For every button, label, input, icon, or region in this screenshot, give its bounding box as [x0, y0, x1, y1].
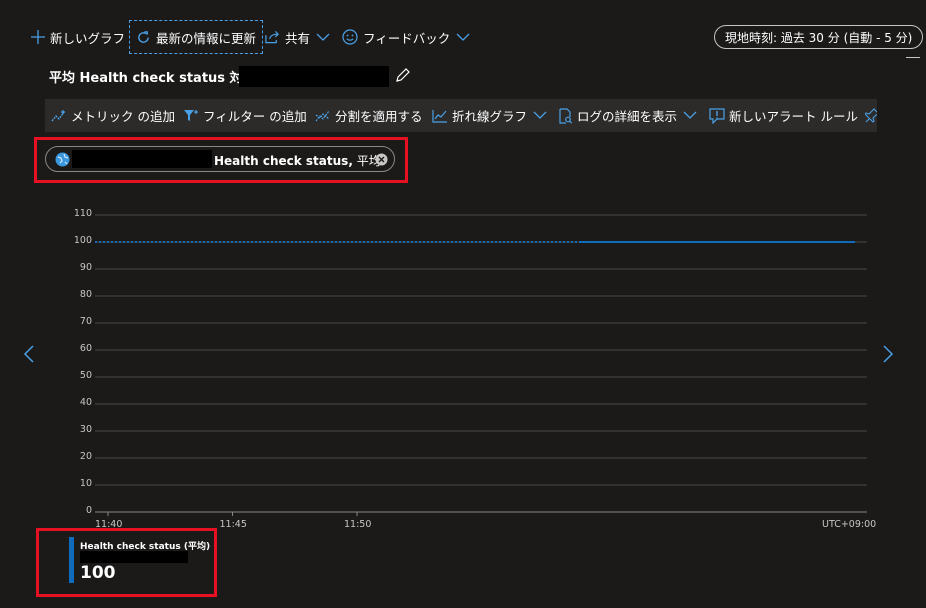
y-tick-label: 70	[79, 316, 92, 327]
y-tick-label: 20	[79, 451, 92, 462]
chart-plot	[95, 214, 867, 516]
x-tick-label: 11:50	[344, 519, 372, 530]
y-tick-label: 40	[79, 397, 92, 408]
y-tick-label: 10	[79, 478, 92, 489]
y-tick-label: 80	[79, 289, 92, 300]
y-tick-label: 110	[73, 208, 92, 219]
timezone-label: UTC+09:00	[822, 519, 877, 530]
y-tick-label: 60	[79, 343, 92, 354]
y-tick-label: 90	[79, 262, 92, 273]
x-tick-label: 11:45	[219, 519, 247, 530]
chevron-right-icon[interactable]	[882, 344, 894, 364]
legend-color-bar	[69, 537, 74, 583]
y-tick-label: 30	[79, 424, 92, 435]
y-tick-label: 0	[85, 505, 92, 516]
legend-value: 100	[80, 563, 116, 583]
y-tick-label: 50	[79, 370, 92, 381]
chevron-left-icon[interactable]	[23, 344, 35, 364]
redacted-legend-resource	[80, 551, 188, 563]
y-tick-label: 100	[73, 235, 92, 246]
